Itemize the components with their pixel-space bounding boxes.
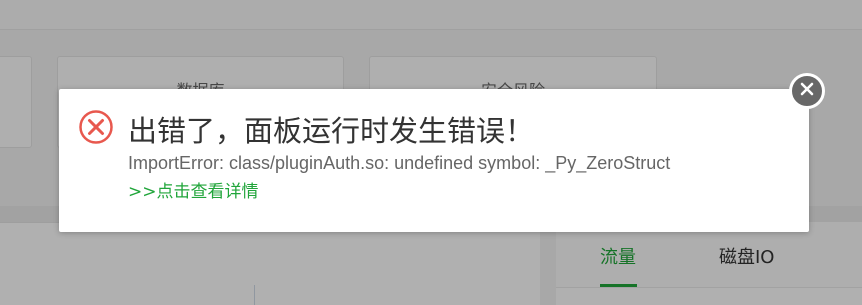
view-details-link[interactable]: >>点击查看详情 — [128, 180, 259, 204]
error-detail: ImportError: class/pluginAuth.so: undefi… — [128, 153, 671, 173]
close-icon — [799, 81, 815, 101]
error-title: 出错了，面板运行时发生错误！ — [128, 114, 535, 148]
error-circle-icon — [78, 109, 114, 145]
close-button[interactable] — [789, 73, 825, 109]
error-dialog: 出错了，面板运行时发生错误！ ImportError: class/plugin… — [59, 89, 809, 232]
